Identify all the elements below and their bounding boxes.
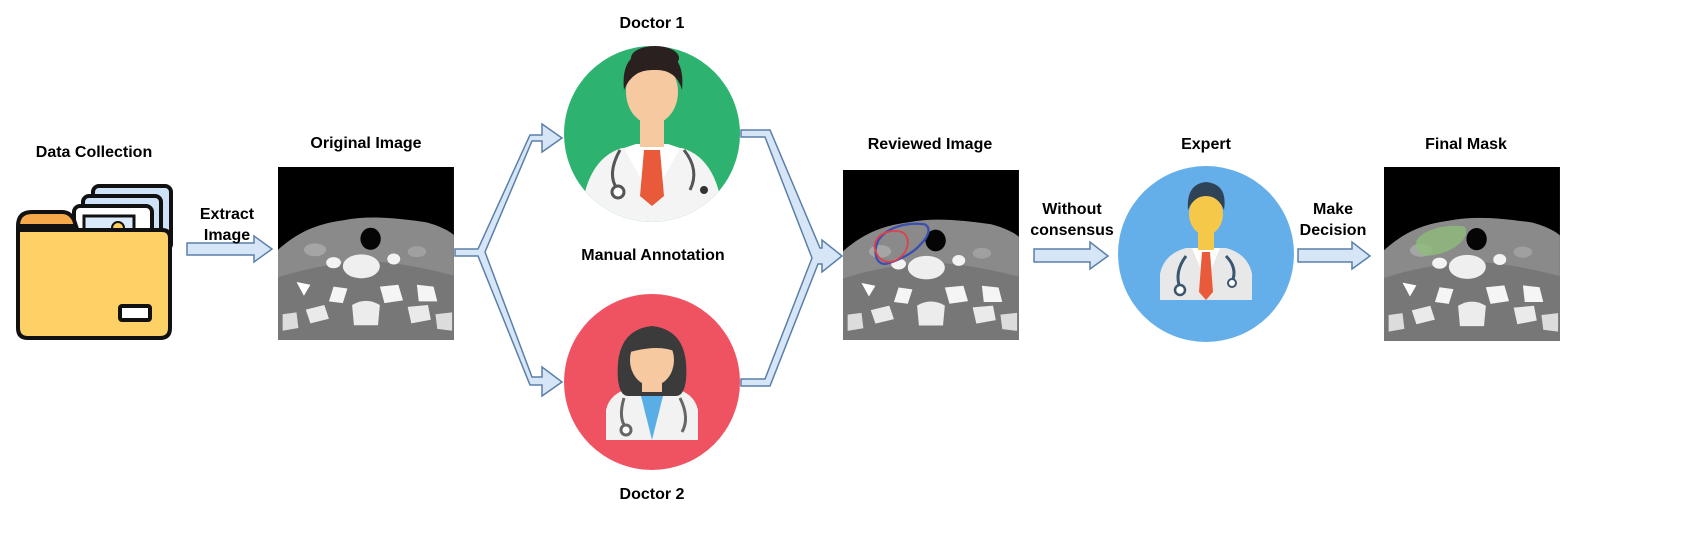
label-decision-line1: Make [1312, 201, 1354, 218]
label-doctor-2: Doctor 2 [619, 486, 685, 503]
original-ct-image [278, 167, 454, 340]
label-final-mask: Final Mask [1425, 136, 1507, 153]
workflow-diagram [15, 46, 1560, 470]
label-doctor-1: Doctor 1 [619, 15, 685, 32]
arrow-merge-to-reviewed [740, 129, 844, 387]
doctor-female-icon [564, 294, 740, 470]
label-without-line1: Without [1042, 201, 1102, 218]
arrow-make-decision [1297, 240, 1372, 271]
label-manual-annotation: Manual Annotation [581, 247, 725, 264]
label-reviewed-image: Reviewed Image [867, 136, 993, 153]
final-mask-ct-image [1384, 167, 1560, 341]
reviewed-ct-image [843, 170, 1019, 340]
label-without-consensus: Without consensus [1024, 199, 1120, 241]
label-extract-line2: Image [203, 227, 251, 244]
label-extract-image: Extract Image [184, 204, 270, 246]
label-without-line2: consensus [1030, 222, 1114, 239]
folder-icon [15, 184, 173, 340]
expert-icon [1118, 166, 1294, 342]
label-data-collection: Data Collection [35, 144, 153, 161]
label-make-decision: Make Decision [1288, 199, 1378, 241]
label-expert: Expert [1181, 136, 1231, 153]
arrow-split-to-doctors [454, 122, 564, 398]
label-extract-line1: Extract [199, 206, 255, 223]
doctor-male-icon [564, 46, 740, 222]
label-original-image: Original Image [310, 135, 422, 152]
arrow-without-consensus [1033, 240, 1110, 271]
label-decision-line2: Decision [1299, 222, 1367, 239]
